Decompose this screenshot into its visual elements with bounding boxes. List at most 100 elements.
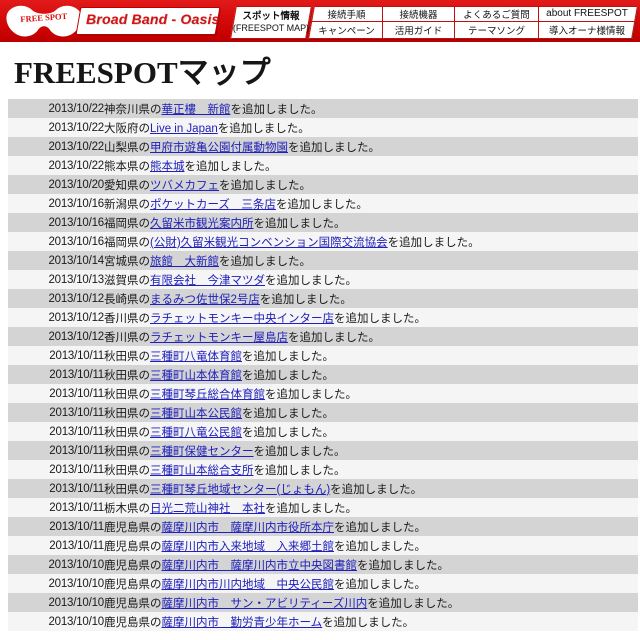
table-row: 2013/10/16 新潟県のポケットカーズ 三条店を追加しました。 bbox=[8, 194, 638, 213]
table-row: 2013/10/13 滋賀県の有限会社 今津マツダを追加しました。 bbox=[8, 270, 638, 289]
update-date: 2013/10/11 bbox=[49, 425, 104, 438]
update-suffix: を追加しました。 bbox=[334, 578, 426, 591]
table-row: 2013/10/10 鹿児島県の薩摩川内市 サン・アビリティーズ川内を追加しました… bbox=[8, 593, 638, 612]
spot-link[interactable]: ラチェットモンキー屋島店 bbox=[150, 332, 288, 344]
spot-link[interactable]: ラチェットモンキー中央インター店 bbox=[150, 313, 334, 325]
spot-link[interactable]: まるみつ佐世保2号店 bbox=[150, 294, 260, 306]
update-suffix: を追加しました。 bbox=[242, 426, 334, 439]
update-date: 2013/10/22 bbox=[48, 159, 104, 172]
spot-link[interactable]: 日光二荒山神社 本社 bbox=[150, 503, 265, 515]
spot-link[interactable]: 三種町山本体育館 bbox=[150, 370, 242, 382]
update-date: 2013/10/11 bbox=[49, 463, 104, 476]
spot-link[interactable]: 三種町山本公民館 bbox=[150, 408, 242, 420]
update-date: 2013/10/11 bbox=[49, 368, 104, 381]
spot-link[interactable]: 三種町保健センター bbox=[150, 446, 254, 458]
update-date: 2013/10/11 bbox=[49, 387, 104, 400]
update-date: 2013/10/11 bbox=[49, 482, 104, 495]
update-suffix: を追加しました。 bbox=[367, 597, 460, 610]
update-date: 2013/10/11 bbox=[49, 406, 104, 419]
update-prefecture: 秋田県の bbox=[104, 464, 150, 477]
update-prefecture: 愛知県の bbox=[104, 179, 150, 192]
spot-link[interactable]: 薩摩川内市入来地域 入来郷土館 bbox=[162, 541, 335, 553]
update-date: 2013/10/10 bbox=[48, 577, 104, 590]
broadband-oasis-label: Broad Band - Oasis bbox=[86, 11, 220, 27]
update-description: 香川県のラチェットモンキー中央インター店を追加しました。 bbox=[104, 308, 638, 327]
nav-item-usage-guide[interactable]: 活用ガイド bbox=[383, 22, 455, 38]
update-date: 2013/10/10 bbox=[48, 596, 104, 609]
spot-link[interactable]: 甲府市遊亀公園付属動物園 bbox=[150, 142, 288, 154]
spot-link[interactable]: 三種町山本総合支所 bbox=[150, 465, 254, 477]
update-suffix: を追加しました。 bbox=[219, 179, 311, 192]
update-description: 福岡県の久留米市観光案内所を追加しました。 bbox=[104, 213, 638, 232]
table-row: 2013/10/11 秋田県の三種町琴丘総合体育館を追加しました。 bbox=[8, 384, 638, 403]
update-suffix: を追加しました。 bbox=[265, 388, 357, 401]
update-suffix: を追加しました。 bbox=[288, 141, 380, 154]
spot-link[interactable]: 熊本城 bbox=[150, 161, 185, 173]
table-row: 2013/10/22 山梨県の甲府市遊亀公園付属動物園を追加しました。 bbox=[8, 137, 638, 156]
table-row: 2013/10/12 香川県のラチェットモンキー中央インター店を追加しました。 bbox=[8, 308, 638, 327]
nav-item-campaign[interactable]: キャンペーン bbox=[311, 22, 383, 38]
update-date: 2013/10/16 bbox=[48, 235, 104, 248]
update-description: 福岡県の(公財)久留米観光コンベンション国際交流協会を追加しました。 bbox=[104, 232, 638, 251]
freespot-logo-icon[interactable]: FREE SPOT bbox=[4, 3, 84, 41]
spot-link[interactable]: 三種町八竜体育館 bbox=[150, 351, 242, 363]
spot-link[interactable]: 久留米市観光案内所 bbox=[150, 218, 254, 230]
update-suffix: を追加しました。 bbox=[242, 407, 334, 420]
update-date: 2013/10/13 bbox=[48, 273, 104, 286]
update-prefecture: 秋田県の bbox=[104, 407, 150, 420]
update-date: 2013/10/11 bbox=[49, 539, 104, 552]
update-prefecture: 福岡県の bbox=[104, 236, 150, 249]
update-suffix: を追加しました。 bbox=[288, 331, 380, 344]
spot-link[interactable]: 旅館 大新館 bbox=[150, 256, 219, 268]
update-description: 栃木県の日光二荒山神社 本社を追加しました。 bbox=[104, 498, 638, 517]
spot-link[interactable]: Live in Japan bbox=[150, 123, 218, 135]
page-title: FREESPOTマップ bbox=[14, 55, 271, 90]
spot-link[interactable]: 三種町琴丘総合体育館 bbox=[150, 389, 265, 401]
nav-item-faq[interactable]: よくあるご質問 bbox=[455, 6, 539, 22]
nav-item-theme-song[interactable]: テーマソング bbox=[455, 22, 539, 38]
spot-link[interactable]: 三種町八竜公民館 bbox=[150, 427, 242, 439]
update-prefecture: 秋田県の bbox=[104, 426, 150, 439]
update-description: 秋田県の三種町八竜体育館を追加しました。 bbox=[104, 346, 638, 365]
nav-item-owner-info[interactable]: 導入オーナ様情報 bbox=[539, 22, 635, 38]
spot-link[interactable]: ポケットカーズ 三条店 bbox=[150, 199, 276, 211]
spot-link[interactable]: 薩摩川内市 サン・アビリティーズ川内 bbox=[162, 598, 368, 610]
update-description: 秋田県の三種町山本体育館を追加しました。 bbox=[104, 365, 638, 384]
spot-info-button[interactable]: スポット情報 (FREESPOT MAP) bbox=[233, 7, 309, 38]
update-suffix: を追加しました。 bbox=[253, 464, 346, 477]
table-row: 2013/10/11 栃木県の日光二荒山神社 本社を追加しました。 bbox=[8, 498, 638, 517]
update-suffix: を追加しました。 bbox=[322, 616, 415, 629]
update-description: 大阪府のLive in Japanを追加しました。 bbox=[104, 118, 638, 137]
spot-link[interactable]: 薩摩川内市 薩摩川内市役所本庁 bbox=[162, 522, 335, 534]
update-date: 2013/10/12 bbox=[48, 330, 104, 343]
spot-info-label-en: (FREESPOT MAP) bbox=[232, 22, 310, 33]
update-suffix: を追加しました。 bbox=[334, 540, 426, 553]
update-suffix: を追加しました。 bbox=[253, 445, 346, 458]
nav-menu: 接続手順 接続機器 よくあるご質問 about FREESPOT キャンペーン … bbox=[311, 6, 635, 39]
nav-item-connection-steps[interactable]: 接続手順 bbox=[311, 6, 383, 22]
table-row: 2013/10/11 秋田県の三種町保健センターを追加しました。 bbox=[8, 441, 638, 460]
spot-link[interactable]: 薩摩川内市 勤労青少年ホーム bbox=[162, 617, 323, 629]
nav-item-about-freespot[interactable]: about FREESPOT bbox=[539, 6, 635, 22]
update-prefecture: 山梨県の bbox=[104, 141, 150, 154]
spot-link[interactable]: 華正樓 新館 bbox=[162, 104, 231, 116]
spot-link[interactable]: 薩摩川内市川内地域 中央公民館 bbox=[162, 579, 335, 591]
update-prefecture: 新潟県の bbox=[104, 198, 150, 211]
table-row: 2013/10/16 福岡県の久留米市観光案内所を追加しました。 bbox=[8, 213, 638, 232]
table-row: 2013/10/12 香川県のラチェットモンキー屋島店を追加しました。 bbox=[8, 327, 638, 346]
table-row: 2013/10/10 鹿児島県の薩摩川内市 勤労青少年ホームを追加しました。 bbox=[8, 612, 638, 631]
update-prefecture: 秋田県の bbox=[104, 350, 150, 363]
spot-link[interactable]: ツバメカフェ bbox=[150, 180, 219, 192]
spot-link[interactable]: 薩摩川内市 薩摩川内市立中央図書館 bbox=[162, 560, 358, 572]
spot-link[interactable]: (公財)久留米観光コンベンション国際交流協会 bbox=[150, 237, 388, 249]
update-date: 2013/10/22 bbox=[48, 140, 104, 153]
update-suffix: を追加しました。 bbox=[259, 293, 352, 306]
update-prefecture: 秋田県の bbox=[104, 445, 150, 458]
spot-link[interactable]: 有限会社 今津マツダ bbox=[150, 275, 265, 287]
table-row: 2013/10/22 熊本県の熊本城を追加しました。 bbox=[8, 156, 638, 175]
update-description: 宮城県の旅館 大新館を追加しました。 bbox=[104, 251, 638, 270]
spot-link[interactable]: 三種町琴丘地域センター(じょもん) bbox=[150, 484, 330, 496]
update-suffix: を追加しました。 bbox=[242, 350, 334, 363]
nav-item-devices[interactable]: 接続機器 bbox=[383, 6, 455, 22]
table-row: 2013/10/22 大阪府のLive in Japanを追加しました。 bbox=[8, 118, 638, 137]
